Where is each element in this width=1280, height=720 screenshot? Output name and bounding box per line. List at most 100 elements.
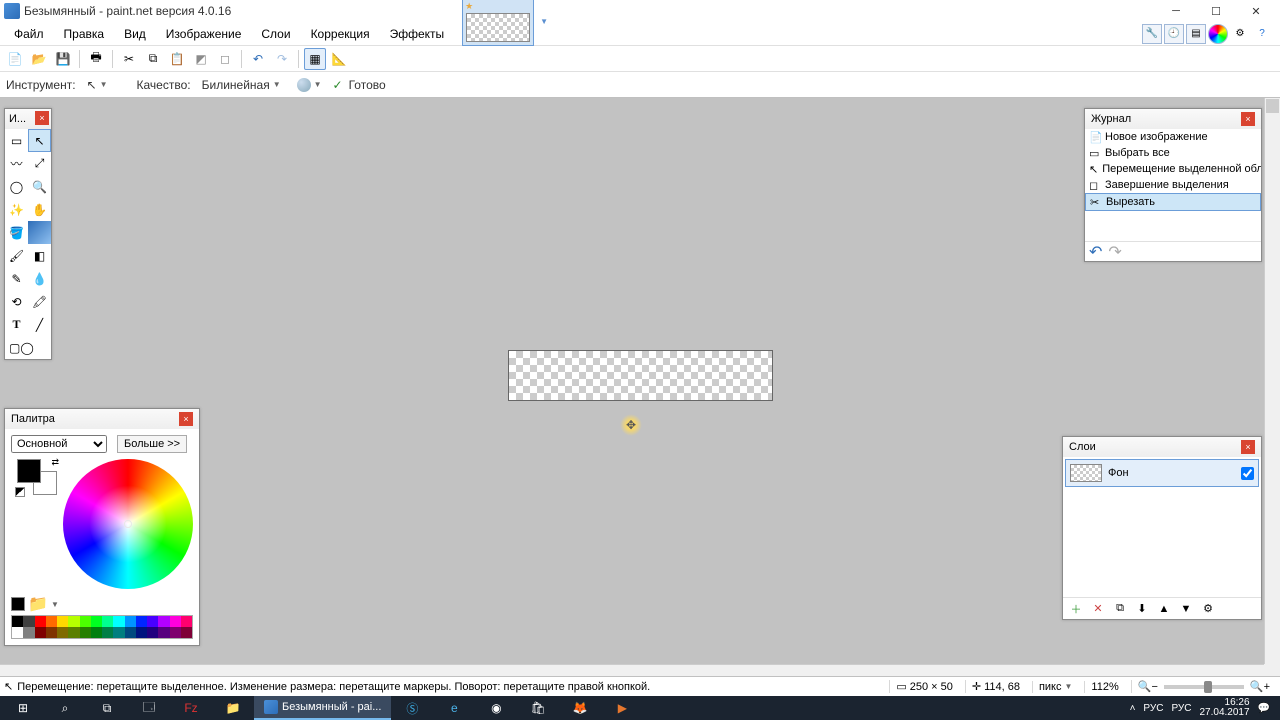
status-unit[interactable]: пикс▼ bbox=[1032, 681, 1078, 693]
menu-effects[interactable]: Эффекты bbox=[380, 24, 455, 44]
tray-lang1[interactable]: РУС bbox=[1143, 703, 1163, 714]
vertical-scrollbar[interactable] bbox=[1264, 98, 1280, 664]
print-icon[interactable]: 🖶 bbox=[85, 48, 107, 70]
palette-add-icon[interactable]: 📁 bbox=[31, 597, 45, 611]
history-item[interactable]: ↖Перемещение выделенной области bbox=[1085, 161, 1261, 177]
copy-icon[interactable]: ⧉ bbox=[142, 48, 164, 70]
history-item[interactable]: ◻Завершение выделения bbox=[1085, 177, 1261, 193]
system-tray[interactable]: ˄ РУС РУС 16:26 27.04.2017 💬 bbox=[1122, 698, 1278, 718]
palette-color[interactable] bbox=[57, 627, 68, 638]
quality-selector[interactable]: Билинейная ▼ bbox=[197, 76, 286, 94]
history-close-button[interactable]: × bbox=[1241, 112, 1255, 126]
palette-color[interactable] bbox=[91, 627, 102, 638]
tray-chevron-icon[interactable]: ˄ bbox=[1130, 703, 1136, 714]
palette-color[interactable] bbox=[158, 627, 169, 638]
menu-image[interactable]: Изображение bbox=[156, 24, 252, 44]
tool-zoom[interactable]: 🔍 bbox=[28, 175, 51, 198]
tool-pencil[interactable]: ✎ bbox=[5, 267, 28, 290]
search-icon[interactable]: ⌕ bbox=[44, 696, 86, 720]
add-layer-icon[interactable]: ＋ bbox=[1067, 600, 1085, 618]
layer-row[interactable]: Фон bbox=[1065, 459, 1259, 487]
tool-picker[interactable]: 💧 bbox=[28, 267, 51, 290]
document-thumb[interactable]: ★ bbox=[462, 0, 534, 46]
taskbar-app-media[interactable]: ▶ bbox=[601, 696, 643, 720]
taskbar-app-filezilla[interactable]: Fz bbox=[170, 696, 212, 720]
save-icon[interactable]: 💾 bbox=[52, 48, 74, 70]
canvas[interactable] bbox=[508, 350, 773, 401]
colors-close-button[interactable]: × bbox=[179, 412, 193, 426]
tool-rect-select[interactable]: ▭ bbox=[5, 129, 28, 152]
tool-brush[interactable]: 🖌 bbox=[5, 244, 28, 267]
delete-layer-icon[interactable]: ✕ bbox=[1089, 600, 1107, 618]
palette-color[interactable] bbox=[46, 616, 57, 627]
redo-all-icon[interactable]: ↷ bbox=[1108, 242, 1121, 262]
history-panel-header[interactable]: Журнал × bbox=[1085, 109, 1261, 129]
palette-color[interactable] bbox=[170, 616, 181, 627]
palette-color[interactable] bbox=[91, 616, 102, 627]
layer-visible-checkbox[interactable] bbox=[1241, 467, 1254, 480]
taskbar-app-store[interactable]: 🛍 bbox=[517, 696, 559, 720]
tray-clock[interactable]: 16:26 27.04.2017 bbox=[1199, 698, 1249, 718]
palette-color[interactable] bbox=[12, 616, 23, 627]
palette-color[interactable] bbox=[23, 627, 34, 638]
new-icon[interactable]: 📄 bbox=[4, 48, 26, 70]
maximize-button[interactable]: ☐ bbox=[1196, 0, 1236, 22]
thumb-list-dropdown[interactable]: ▼ bbox=[536, 0, 552, 46]
taskbar-app-explorer[interactable]: 🗔 bbox=[128, 696, 170, 720]
paste-icon[interactable]: 📋 bbox=[166, 48, 188, 70]
palette-color[interactable] bbox=[147, 627, 158, 638]
taskbar-app-skype[interactable]: Ⓢ bbox=[391, 696, 433, 720]
palette-color[interactable] bbox=[68, 616, 79, 627]
reset-colors-icon[interactable] bbox=[15, 487, 25, 497]
palette-color[interactable] bbox=[181, 616, 192, 627]
palette-color[interactable] bbox=[113, 627, 124, 638]
primary-secondary-swatch[interactable]: ⇄ bbox=[17, 459, 57, 495]
palette-color[interactable] bbox=[35, 627, 46, 638]
zoom-out-icon[interactable]: 🔍− bbox=[1138, 680, 1158, 693]
layers-close-button[interactable]: × bbox=[1241, 440, 1255, 454]
tool-gradient[interactable] bbox=[28, 221, 51, 244]
tool-shapes[interactable]: ▢◯ bbox=[5, 336, 51, 359]
tool-clone[interactable]: ⟲ bbox=[5, 290, 28, 313]
menu-adjust[interactable]: Коррекция bbox=[301, 24, 380, 44]
taskbar-app-firefox[interactable]: 🦊 bbox=[559, 696, 601, 720]
undo-all-icon[interactable]: ↶ bbox=[1089, 242, 1102, 262]
tools-close-button[interactable]: × bbox=[35, 111, 49, 125]
crop-icon[interactable]: ◩ bbox=[190, 48, 212, 70]
tools-panel-header[interactable]: И... × bbox=[5, 109, 51, 129]
zoom-slider[interactable] bbox=[1164, 685, 1244, 689]
palette-color[interactable] bbox=[35, 616, 46, 627]
palette-color[interactable] bbox=[136, 616, 147, 627]
palette-color[interactable] bbox=[125, 627, 136, 638]
palette-color[interactable] bbox=[125, 616, 136, 627]
palette-color[interactable] bbox=[80, 627, 91, 638]
palette-color[interactable] bbox=[12, 627, 23, 638]
layer-props-icon[interactable]: ⚙ bbox=[1199, 600, 1217, 618]
notifications-icon[interactable]: 💬 bbox=[1258, 703, 1270, 714]
history-item[interactable]: ▭Выбрать все bbox=[1085, 145, 1261, 161]
open-icon[interactable]: 📂 bbox=[28, 48, 50, 70]
settings-icon[interactable]: ⚙ bbox=[1230, 24, 1250, 44]
tool-text[interactable]: T bbox=[5, 313, 28, 336]
palette-color[interactable] bbox=[136, 627, 147, 638]
swap-colors-icon[interactable]: ⇄ bbox=[51, 457, 59, 468]
toggle-history-icon[interactable]: 🕘 bbox=[1164, 24, 1184, 44]
duplicate-layer-icon[interactable]: ⧉ bbox=[1111, 600, 1129, 618]
palette-color[interactable] bbox=[68, 627, 79, 638]
menu-edit[interactable]: Правка bbox=[54, 24, 115, 44]
palette-color[interactable] bbox=[181, 627, 192, 638]
palette-color[interactable] bbox=[80, 616, 91, 627]
palette-color[interactable] bbox=[102, 627, 113, 638]
palette-color[interactable] bbox=[23, 616, 34, 627]
redo-icon[interactable]: ↷ bbox=[271, 48, 293, 70]
help-icon[interactable]: ? bbox=[1252, 24, 1272, 44]
move-down-icon[interactable]: ▼ bbox=[1177, 600, 1195, 618]
color-wheel[interactable] bbox=[63, 459, 193, 589]
tool-lasso[interactable]: 〰 bbox=[5, 152, 28, 175]
palette-color[interactable] bbox=[102, 616, 113, 627]
tool-selector[interactable]: ↖ ▼ bbox=[82, 76, 113, 94]
layers-panel-header[interactable]: Слои × bbox=[1063, 437, 1261, 457]
more-colors-button[interactable]: Больше >> bbox=[117, 435, 187, 453]
palette-color[interactable] bbox=[46, 627, 57, 638]
palette-color[interactable] bbox=[57, 616, 68, 627]
